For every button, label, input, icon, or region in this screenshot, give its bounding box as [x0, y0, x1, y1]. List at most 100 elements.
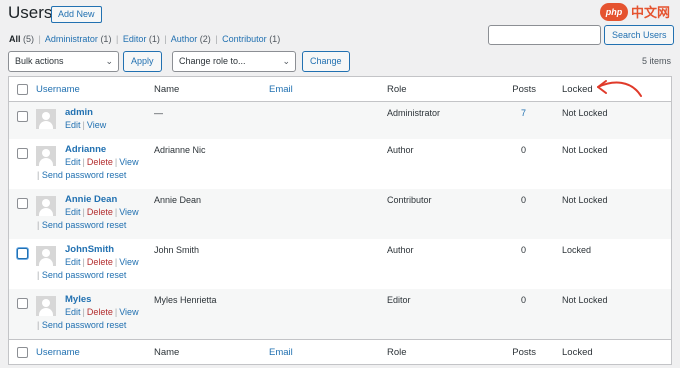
column-role: Role [387, 347, 407, 358]
row-actions: Edit | Delete | View [65, 307, 139, 317]
select-all-checkbox[interactable] [17, 347, 28, 358]
action-separator: | [82, 257, 85, 267]
row-checkbox[interactable] [17, 148, 28, 159]
action-separator: | [37, 220, 40, 230]
action-separator: | [114, 157, 118, 167]
avatar [36, 196, 56, 216]
filter-separator: | [164, 34, 167, 44]
apply-button[interactable]: Apply [123, 51, 162, 72]
column-email[interactable]: Email [269, 340, 293, 365]
action-separator: | [114, 307, 118, 317]
action-separator: | [114, 207, 118, 217]
locked-cell: Locked [562, 245, 592, 255]
username-link[interactable]: Adrianne [65, 144, 106, 155]
username-link[interactable]: admin [65, 107, 93, 118]
bulk-actions-select[interactable]: Bulk actions ⌄ [8, 51, 119, 72]
posts-cell: 0 [520, 195, 526, 205]
edit-link[interactable]: Edit [65, 207, 81, 217]
column-name: Name [154, 84, 180, 95]
edit-link[interactable]: Edit [65, 257, 81, 267]
view-link[interactable]: View [119, 257, 138, 267]
table-row: JohnSmith Edit | Delete | View | Send passwo… [9, 239, 671, 289]
delete-link[interactable]: Delete [87, 257, 113, 267]
add-new-button[interactable]: Add New [51, 6, 102, 23]
reset-action: | Send password reset [37, 270, 126, 280]
table-row: Adrianne Edit | Delete | View | Send passwor… [9, 139, 671, 189]
username-link[interactable]: Myles [65, 294, 91, 305]
reset-action: | Send password reset [37, 220, 126, 230]
search-input[interactable] [488, 25, 601, 45]
reset-action: | Send password reset [37, 170, 126, 180]
action-separator: | [37, 270, 40, 280]
row-actions: Edit | Delete | View [65, 207, 139, 217]
send-password-reset-link[interactable]: Send password reset [42, 270, 127, 280]
filter-editor-count: (1) [148, 34, 160, 44]
select-all-checkbox[interactable] [17, 84, 28, 95]
send-password-reset-link[interactable]: Send password reset [42, 170, 127, 180]
users-table: Username Name Email Role Posts Locked ad… [8, 76, 672, 365]
action-separator: | [114, 257, 118, 267]
action-separator: | [37, 170, 40, 180]
locked-cell: Not Locked [562, 195, 608, 205]
posts-cell: 0 [520, 295, 526, 305]
search-box: Search Users [488, 25, 674, 45]
filter-all[interactable]: All [9, 34, 21, 44]
column-posts: Posts [512, 84, 536, 95]
name-cell: John Smith [154, 245, 200, 255]
table-row: admin Edit | View — Administrator 7 Not Lo… [9, 102, 671, 139]
view-link[interactable]: View [87, 120, 106, 130]
column-username[interactable]: Username [36, 340, 80, 365]
column-email[interactable]: Email [269, 77, 293, 102]
search-users-button[interactable]: Search Users [604, 25, 674, 45]
table-header: Username Name Email Role Posts Locked [9, 77, 671, 102]
reset-action: | Send password reset [37, 320, 126, 330]
change-role-value: Change role to... [179, 56, 246, 66]
username-link[interactable]: Annie Dean [65, 194, 117, 205]
page-title: Users [8, 3, 53, 22]
name-cell: Adrianne Nic [154, 145, 206, 155]
edit-link[interactable]: Edit [65, 120, 81, 130]
username-link[interactable]: JohnSmith [65, 244, 114, 255]
annotation-arrow-icon [597, 80, 642, 97]
delete-link[interactable]: Delete [87, 207, 113, 217]
edit-link[interactable]: Edit [65, 157, 81, 167]
role-cell: Author [387, 145, 414, 155]
column-username[interactable]: Username [36, 77, 80, 102]
column-posts: Posts [512, 347, 536, 358]
change-role-button[interactable]: Change [302, 51, 350, 72]
avatar [36, 146, 56, 166]
name-cell: Annie Dean [154, 195, 202, 205]
row-checkbox[interactable] [17, 248, 28, 259]
send-password-reset-link[interactable]: Send password reset [42, 320, 127, 330]
role-cell: Editor [387, 295, 411, 305]
column-locked: Locked [562, 347, 593, 358]
filter-separator: | [115, 34, 119, 44]
row-checkbox[interactable] [17, 198, 28, 209]
edit-link[interactable]: Edit [65, 307, 81, 317]
row-checkbox[interactable] [17, 111, 28, 122]
avatar [36, 109, 56, 129]
filter-administrator[interactable]: Administrator [45, 34, 98, 44]
action-separator: | [37, 320, 40, 330]
filter-contributor[interactable]: Contributor [222, 34, 267, 44]
posts-link[interactable]: 7 [484, 108, 526, 118]
filter-author[interactable]: Author [171, 34, 198, 44]
watermark: php 中文网 [600, 2, 670, 21]
posts-cell: 0 [520, 245, 526, 255]
row-checkbox[interactable] [17, 298, 28, 309]
posts-cell: 0 [520, 145, 526, 155]
watermark-text: 中文网 [631, 5, 671, 20]
name-cell: Myles Henrietta [154, 295, 217, 305]
delete-link[interactable]: Delete [87, 157, 113, 167]
filter-editor[interactable]: Editor [123, 34, 147, 44]
delete-link[interactable]: Delete [87, 307, 113, 317]
action-separator: | [82, 157, 85, 167]
change-role-select[interactable]: Change role to... ⌄ [172, 51, 296, 72]
filter-administrator-count: (1) [100, 34, 112, 44]
column-name: Name [154, 347, 180, 358]
table-row: Annie Dean Edit | Delete | View | Send passw… [9, 189, 671, 239]
view-link[interactable]: View [119, 307, 138, 317]
view-link[interactable]: View [119, 207, 138, 217]
view-link[interactable]: View [119, 157, 138, 167]
send-password-reset-link[interactable]: Send password reset [42, 220, 127, 230]
